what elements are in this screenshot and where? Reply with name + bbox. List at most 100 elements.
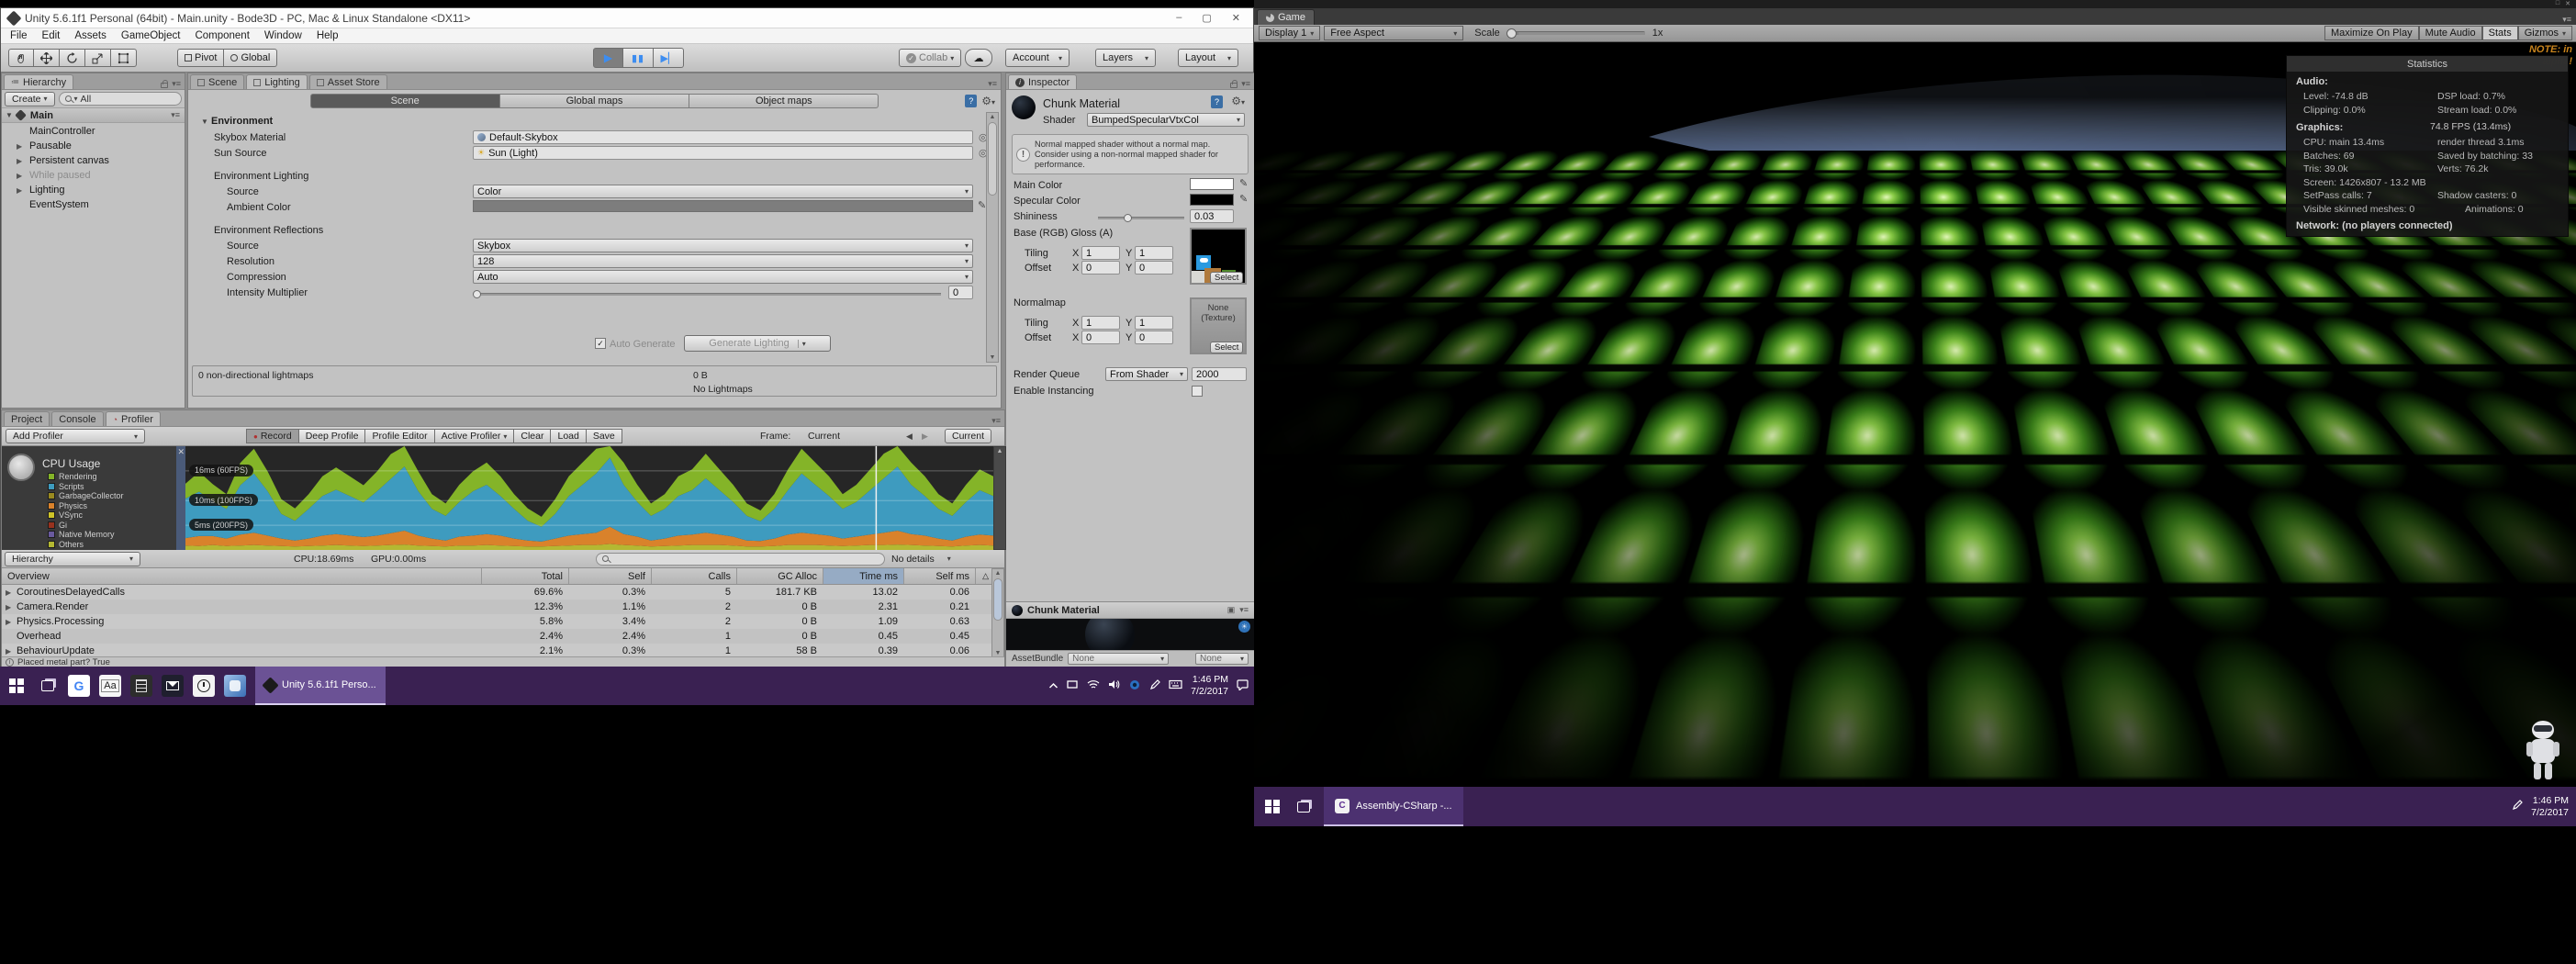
- lighting-scrollbar[interactable]: ▲▼: [986, 112, 999, 363]
- assetbundle-dropdown[interactable]: None▾: [1068, 653, 1169, 665]
- column-header-self[interactable]: Self: [568, 568, 651, 584]
- display-dropdown[interactable]: Display 1▾: [1259, 26, 1320, 40]
- compression-dropdown[interactable]: Auto▾: [473, 270, 973, 284]
- unity-taskbar-button[interactable]: Unity 5.6.1f1 Perso...: [255, 667, 386, 705]
- tray-volume-icon[interactable]: [1108, 679, 1120, 692]
- table-row[interactable]: ▶Camera.Render12.3%1.1%20 B2.310.21: [2, 600, 991, 614]
- cloud-button[interactable]: ☁: [965, 49, 992, 67]
- tiling-x-field[interactable]: 1: [1081, 246, 1120, 260]
- hierarchy-item[interactable]: ▶While paused: [2, 168, 185, 183]
- account-dropdown[interactable]: Account▾: [1005, 49, 1070, 67]
- tray-window-icon[interactable]: [1067, 679, 1079, 692]
- pivot-toggle-button[interactable]: Pivot: [177, 49, 224, 67]
- deep-profile-button[interactable]: Deep Profile: [299, 429, 366, 443]
- float-maximize-icon[interactable]: □: [2556, 0, 2559, 7]
- record-button[interactable]: ●Record: [246, 429, 299, 443]
- unity-titlebar[interactable]: Unity 5.6.1f1 Personal (64bit) - Main.un…: [1, 8, 1253, 28]
- intensity-slider[interactable]: [475, 293, 941, 296]
- hierarchy-search-input[interactable]: ▾ All: [59, 92, 182, 106]
- expander-icon[interactable]: ▶: [6, 588, 13, 597]
- rotate-tool-button[interactable]: [60, 49, 85, 67]
- menu-window[interactable]: Window: [257, 28, 309, 43]
- hand-tool-button[interactable]: [8, 49, 34, 67]
- close-icon[interactable]: ✕: [1232, 12, 1240, 24]
- pause-button[interactable]: ▮▮: [623, 48, 654, 68]
- layers-dropdown[interactable]: Layers▾: [1095, 49, 1156, 67]
- column-header-self-ms[interactable]: Self ms: [903, 568, 975, 584]
- step-button[interactable]: ▶▏: [654, 48, 684, 68]
- mail-app-icon[interactable]: [162, 675, 184, 697]
- menu-file[interactable]: File: [3, 28, 35, 43]
- table-row[interactable]: ▶CoroutinesDelayedCalls69.6%0.3%5181.7 K…: [2, 585, 991, 600]
- layout-dropdown[interactable]: Layout▾: [1178, 49, 1238, 67]
- help-book-icon[interactable]: ?: [965, 95, 977, 107]
- menu-component[interactable]: Component: [187, 28, 256, 43]
- detail-mode-dropdown[interactable]: Hierarchy▾: [5, 552, 140, 566]
- shininess-value-field[interactable]: 0.03: [1190, 209, 1234, 223]
- tray-onedrive-icon[interactable]: [1128, 679, 1141, 693]
- auto-generate-checkbox[interactable]: ✓: [595, 338, 606, 349]
- preview-light-icon[interactable]: ☀: [1238, 621, 1250, 633]
- task-view-button[interactable]: [37, 675, 59, 697]
- render-queue-dropdown[interactable]: From Shader▾: [1105, 367, 1188, 381]
- save-button[interactable]: Save: [587, 429, 622, 443]
- table-row[interactable]: ▶Physics.Processing5.8%3.4%20 B1.090.63: [2, 614, 991, 629]
- scale-tool-button[interactable]: [85, 49, 111, 67]
- start-button[interactable]: [1261, 796, 1283, 818]
- tab-scene[interactable]: Scene: [190, 74, 244, 89]
- column-header-overview[interactable]: Overview: [2, 568, 481, 584]
- tab-project[interactable]: Project: [4, 411, 50, 426]
- expander-icon[interactable]: ▶: [6, 603, 13, 611]
- lock-icon[interactable]: [1230, 83, 1238, 88]
- pane-menu-icon[interactable]: ▾≡: [991, 416, 1001, 426]
- specular-color-swatch[interactable]: [1190, 194, 1234, 206]
- calculator-app-icon[interactable]: [130, 675, 152, 697]
- material-preview-viewport[interactable]: ☀: [1006, 619, 1254, 650]
- pane-menu-icon[interactable]: ▾≡: [988, 79, 997, 89]
- dictionary-app-icon[interactable]: Aa: [99, 675, 121, 697]
- google-app-icon[interactable]: G: [68, 675, 90, 697]
- enable-instancing-checkbox[interactable]: [1192, 386, 1203, 397]
- main-color-swatch[interactable]: [1190, 178, 1234, 190]
- legend-item-gi[interactable]: Gi: [48, 521, 124, 531]
- edge-app-icon[interactable]: [224, 675, 246, 697]
- eyedropper-icon[interactable]: ✎: [978, 199, 986, 211]
- profile-editor-button[interactable]: Profile Editor: [365, 429, 434, 443]
- column-header-calls[interactable]: Calls: [651, 568, 736, 584]
- pane-menu-icon[interactable]: ▾≡: [1241, 79, 1250, 89]
- render-queue-value-field[interactable]: 2000: [1192, 367, 1247, 381]
- expander-icon[interactable]: ▶: [17, 172, 22, 180]
- no-details-dropdown[interactable]: No details▾: [891, 554, 951, 565]
- tab-lighting[interactable]: Lighting: [246, 74, 308, 89]
- current-frame-button[interactable]: Current: [945, 429, 991, 443]
- detail-search-input[interactable]: [596, 553, 885, 566]
- menu-gameobject[interactable]: GameObject: [114, 28, 188, 43]
- column-header-time-ms[interactable]: Time ms: [823, 568, 903, 584]
- column-header-total[interactable]: Total: [481, 568, 568, 584]
- gear-icon[interactable]: ⚙▾: [1231, 95, 1245, 107]
- assetbundle-variant-dropdown[interactable]: None▾: [1195, 653, 1249, 665]
- menu-help[interactable]: Help: [309, 28, 346, 43]
- aspect-dropdown[interactable]: Free Aspect▾: [1324, 26, 1463, 40]
- legend-item-native-memory[interactable]: Native Memory: [48, 530, 124, 540]
- legend-item-vsync[interactable]: VSync: [48, 510, 124, 521]
- pane-menu-icon[interactable]: ▾≡: [172, 79, 181, 89]
- scene-header-row[interactable]: ▼ Main ▾≡: [2, 108, 185, 123]
- tray-keyboard-icon[interactable]: [1169, 679, 1182, 692]
- menu-assets[interactable]: Assets: [67, 28, 114, 43]
- offset-y-field[interactable]: 0: [1135, 261, 1173, 275]
- subtab-object-maps[interactable]: Object maps: [689, 94, 879, 108]
- nm-offset-y-field[interactable]: 0: [1135, 331, 1173, 344]
- table-row[interactable]: Overhead2.4%2.4%10 B0.450.45: [2, 629, 991, 644]
- tab-inspector[interactable]: iInspector: [1008, 74, 1077, 89]
- expander-icon[interactable]: ▶: [17, 186, 22, 195]
- taskbar-clock[interactable]: 1:46 PM7/2/2017: [1191, 674, 1228, 698]
- game-viewport[interactable]: NOTE: inalpha! Statistics Audio: Level: …: [1254, 42, 2576, 787]
- menu-edit[interactable]: Edit: [35, 28, 68, 43]
- status-message[interactable]: Placed metal part? True: [17, 657, 110, 667]
- eyedropper-icon[interactable]: ✎: [1239, 193, 1248, 205]
- eyedropper-icon[interactable]: ✎: [1239, 177, 1248, 189]
- preview-dock-icon[interactable]: ▣: [1227, 605, 1236, 615]
- scene-menu-icon[interactable]: ▾≡: [171, 110, 185, 120]
- stats-button[interactable]: Stats: [2482, 26, 2518, 40]
